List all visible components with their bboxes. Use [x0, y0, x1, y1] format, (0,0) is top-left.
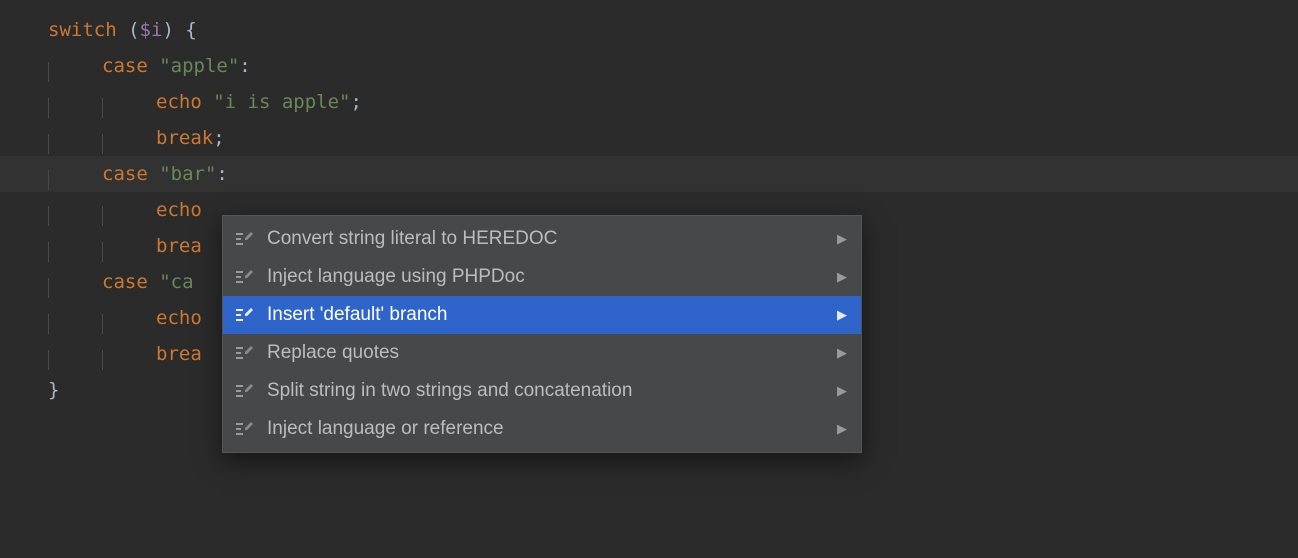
code-token: "apple" — [159, 55, 239, 77]
code-line[interactable]: switch ($i) { — [0, 12, 1298, 48]
intention-pencil-icon — [233, 342, 255, 364]
chevron-right-icon: ▶ — [837, 269, 847, 285]
code-token: brea — [156, 343, 202, 365]
code-token: case — [102, 55, 148, 77]
code-line[interactable]: echo "i is apple"; — [0, 84, 1298, 120]
code-token: break — [156, 127, 213, 149]
code-token: switch — [48, 19, 117, 41]
code-token: echo — [156, 307, 202, 329]
code-line[interactable]: break; — [0, 120, 1298, 156]
intention-item[interactable]: Convert string literal to HEREDOC ▶ — [223, 220, 861, 258]
code-line[interactable]: case "bar": — [0, 156, 1298, 192]
code-token: : — [216, 163, 227, 185]
code-token — [148, 163, 159, 185]
intention-item[interactable]: Inject language or reference ▶ — [223, 410, 861, 448]
code-token — [202, 91, 213, 113]
chevron-right-icon: ▶ — [837, 421, 847, 437]
intention-pencil-icon — [233, 418, 255, 440]
intention-item[interactable]: Split string in two strings and concaten… — [223, 372, 861, 410]
intention-item-label: Convert string literal to HEREDOC — [267, 228, 827, 250]
intention-item-label: Replace quotes — [267, 342, 827, 364]
code-token: } — [48, 379, 59, 401]
intention-pencil-icon — [233, 228, 255, 250]
code-token: : — [239, 55, 250, 77]
code-token: "i is apple" — [213, 91, 350, 113]
code-token: ) { — [162, 19, 196, 41]
intention-item[interactable]: Replace quotes ▶ — [223, 334, 861, 372]
code-token: brea — [156, 235, 202, 257]
code-token — [117, 19, 128, 41]
code-token: ; — [351, 91, 362, 113]
chevron-right-icon: ▶ — [837, 345, 847, 361]
code-token: ; — [213, 127, 224, 149]
intention-actions-popup: Convert string literal to HEREDOC▶Inject… — [222, 215, 862, 453]
intention-item[interactable]: Inject language using PHPDoc ▶ — [223, 258, 861, 296]
code-token: $i — [140, 19, 163, 41]
intention-item-label: Inject language using PHPDoc — [267, 266, 827, 288]
chevron-right-icon: ▶ — [837, 307, 847, 323]
intention-item-label: Split string in two strings and concaten… — [267, 380, 827, 402]
code-token: echo — [156, 199, 202, 221]
code-editor[interactable]: switch ($i) {case "apple":echo "i is app… — [0, 0, 1298, 558]
chevron-right-icon: ▶ — [837, 383, 847, 399]
code-token: ( — [128, 19, 139, 41]
code-token — [148, 271, 159, 293]
code-token: case — [102, 271, 148, 293]
chevron-right-icon: ▶ — [837, 231, 847, 247]
intention-item-label: Insert 'default' branch — [267, 304, 827, 326]
intention-item-label: Inject language or reference — [267, 418, 827, 440]
intention-pencil-icon — [233, 266, 255, 288]
code-line[interactable]: case "apple": — [0, 48, 1298, 84]
code-token: "bar" — [159, 163, 216, 185]
code-token: case — [102, 163, 148, 185]
code-token — [148, 55, 159, 77]
intention-pencil-icon — [233, 380, 255, 402]
intention-pencil-icon — [233, 304, 255, 326]
code-token: "ca — [159, 271, 193, 293]
intention-item[interactable]: Insert 'default' branch ▶ — [223, 296, 861, 334]
code-token: echo — [156, 91, 202, 113]
